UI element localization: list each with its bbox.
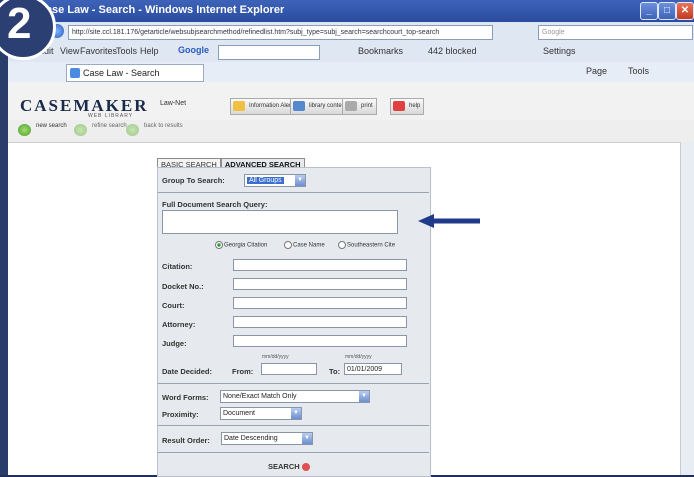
radio-georgia-citation[interactable]: Georgia Citation (215, 241, 267, 249)
help-icon (393, 101, 405, 111)
judge-label: Judge: (162, 339, 187, 348)
google-toolbar-label[interactable]: Google (178, 45, 209, 55)
search-button[interactable]: SEARCH (268, 462, 310, 472)
from-date-format-hint: mm/dd/yyyy (262, 354, 289, 360)
divider (158, 192, 429, 193)
date-decided-label: Date Decided: (162, 367, 213, 376)
browser-tab[interactable]: Case Law - Search (66, 64, 204, 82)
proximity-label: Proximity: (162, 410, 199, 419)
tools-menu-button[interactable]: Tools (628, 66, 649, 76)
group-select[interactable]: All Groups ▼ (244, 174, 306, 187)
page-favicon-icon (70, 68, 80, 78)
citation-label: Citation: (162, 262, 193, 271)
settings-button[interactable]: Settings (543, 46, 576, 56)
popup-blocked-button[interactable]: 442 blocked (428, 46, 477, 56)
maximize-button[interactable]: □ (658, 2, 676, 20)
result-order-label: Result Order: (162, 436, 210, 445)
pointer-arrow-icon (418, 214, 480, 228)
menu-view[interactable]: View (60, 46, 79, 56)
page-scrollbar[interactable] (680, 142, 694, 475)
tab-toolbar: Case Law - Search Page Tools (8, 62, 694, 83)
menu-tools[interactable]: Tools (116, 46, 137, 56)
citation-input[interactable] (233, 259, 407, 271)
menu-favorites[interactable]: Favorites (80, 46, 117, 56)
logo-subtitle: WEB LIBRARY (88, 113, 134, 119)
chevron-down-icon: ▼ (291, 408, 301, 419)
tab-label: Case Law - Search (83, 68, 160, 78)
attorney-label: Attorney: (162, 320, 196, 329)
title-bar: Case Law - Search - Windows Internet Exp… (8, 0, 694, 22)
from-label: From: (232, 367, 254, 376)
new-search-icon (18, 124, 31, 136)
docket-label: Docket No.: (162, 282, 204, 291)
docket-input[interactable] (233, 278, 407, 290)
to-label: To: (329, 367, 341, 376)
refine-search-button[interactable]: refine search (74, 123, 127, 138)
divider (158, 383, 429, 384)
date-to-input[interactable]: 01/01/2009 (344, 363, 402, 375)
group-label: Group To Search: (162, 176, 225, 185)
bookmarks-button[interactable]: Bookmarks (358, 46, 403, 56)
back-to-results-button[interactable]: back to results (126, 123, 183, 138)
attorney-input[interactable] (233, 316, 407, 328)
app-header: CASEMAKER WEB LIBRARY Law-Net Informatio… (8, 82, 694, 123)
radio-southeastern-cite[interactable]: Southeastern Cite (338, 241, 395, 249)
library-icon (293, 101, 305, 111)
word-forms-select[interactable]: None/Exact Match Only ▼ (220, 390, 370, 403)
query-label: Full Document Search Query: (162, 200, 268, 209)
browser-search-input[interactable]: Google (538, 25, 693, 40)
print-button[interactable]: print (342, 98, 377, 115)
divider (158, 425, 429, 426)
minimize-button[interactable]: _ (640, 2, 658, 20)
search-actions-bar: new search refine search back to results (8, 120, 694, 143)
address-bar[interactable]: http://site.ccl.181.176/getarticle/websu… (68, 25, 493, 40)
radio-case-name[interactable]: Case Name (284, 241, 325, 249)
chevron-down-icon: ▼ (359, 391, 369, 402)
google-search-input[interactable] (218, 45, 320, 60)
court-input[interactable] (233, 297, 407, 309)
result-order-select[interactable]: Date Descending ▼ (221, 432, 313, 445)
to-date-format-hint: mm/dd/yyyy (345, 354, 372, 360)
menu-help[interactable]: Help (140, 46, 159, 56)
step-number: 2 (7, 0, 32, 48)
divider (158, 452, 429, 453)
refine-search-icon (74, 124, 87, 136)
window-title: Case Law - Search - Windows Internet Exp… (38, 4, 285, 16)
court-label: Court: (162, 301, 185, 310)
page-menu-button[interactable]: Page (586, 66, 607, 76)
menu-toolbar: Edit View Favorites Tools Help Google Bo… (8, 42, 694, 63)
chevron-down-icon: ▼ (302, 433, 312, 444)
close-button[interactable]: ✕ (676, 2, 694, 20)
back-to-results-icon (126, 124, 139, 136)
user-label: Law-Net (160, 100, 187, 107)
chevron-down-icon: ▼ (295, 175, 305, 186)
help-button[interactable]: help (390, 98, 425, 115)
proximity-select[interactable]: Document ▼ (220, 407, 302, 420)
judge-input[interactable] (233, 335, 407, 347)
full-document-query-textarea[interactable] (162, 210, 398, 234)
date-from-input[interactable] (261, 363, 317, 375)
search-go-icon (301, 463, 310, 472)
new-search-button[interactable]: new search (18, 123, 67, 138)
print-icon (345, 101, 357, 111)
alert-icon (233, 101, 245, 111)
word-forms-label: Word Forms: (162, 393, 209, 402)
address-toolbar: http://site.ccl.181.176/getarticle/websu… (8, 22, 694, 43)
